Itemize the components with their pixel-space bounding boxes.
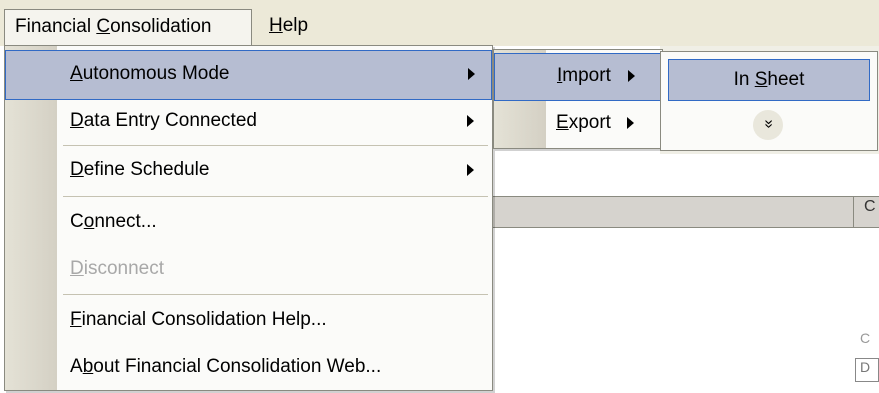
label-accesskey: E [556,112,569,133]
menu-label-suffix: onsolidation [110,16,212,37]
menu-item-define-schedule[interactable]: Define Schedule [5,147,492,195]
import-submenu: In Sheet » [660,51,878,151]
label-suffix: utonomous Mode [82,63,230,84]
label-suffix: inancial Consolidation Help... [81,309,327,330]
menu-label-accesskey: H [269,15,283,36]
grid-header [490,196,879,228]
label-accesskey: A [70,63,83,84]
menu-item-data-entry-connected[interactable]: Data Entry Connected [5,98,492,146]
submenu-arrow-icon [628,70,635,82]
submenu-arrow-icon [467,164,474,176]
side-label-c: C [860,330,871,346]
menu-separator [63,294,488,295]
menu-item-disconnect: Disconnect [5,246,492,294]
side-cell-d[interactable]: D [855,358,879,382]
label-accesskey: D [70,258,84,279]
menu-label-accesskey: C [96,16,111,37]
expand-chevron-icon[interactable]: » [753,110,783,140]
chevron-glyph: » [760,119,777,129]
submenu-arrow-icon [468,68,475,80]
label-accesskey: F [70,309,82,330]
menu-help[interactable]: Help [259,9,327,45]
label-suffix: heet [767,69,805,90]
submenu-arrow-icon [467,115,474,127]
label-suffix: out Financial Consolidation Web... [93,356,382,377]
label-accesskey: S [754,69,768,90]
menu-separator [63,196,488,197]
autonomous-mode-submenu: Import Export [493,49,663,149]
menu-item-financial-consolidation-help[interactable]: Financial Consolidation Help... [5,297,492,345]
label-suffix: efine Schedule [83,159,210,180]
menu-financial-consolidation[interactable]: Financial Consolidation [4,9,252,45]
menu-item-about[interactable]: About Financial Consolidation Web... [5,344,492,392]
menu-label-prefix: Financial [15,16,97,37]
label-suffix: isconnect [83,258,165,279]
menu-item-autonomous-mode[interactable]: Autonomous Mode [5,50,492,100]
label-suffix: xport [568,112,611,133]
menu-separator [63,145,488,146]
label-suffix: ata Entry Connected [83,110,257,131]
financial-consolidation-menu: Autonomous Mode Data Entry Connected Def… [4,45,493,391]
menu-label-suffix: elp [282,15,309,36]
label-suffix: nnect... [94,211,157,232]
label-accesskey: o [83,211,95,232]
label-suffix: mport [562,65,611,86]
label-prefix: A [70,356,83,377]
label-prefix: C [70,211,84,232]
label-prefix: In [733,69,755,90]
grid-header-label: C [864,198,876,215]
label-accesskey: D [70,110,84,131]
label-accesskey: D [70,159,84,180]
menu-item-export[interactable]: Export [494,101,662,147]
submenu-arrow-icon [627,117,634,129]
menu-item-import[interactable]: Import [494,53,662,101]
label-accesskey: b [82,356,94,377]
menu-item-connect[interactable]: Connect... [5,199,492,247]
menu-item-in-sheet[interactable]: In Sheet [668,59,870,101]
grid-header-separator [853,196,861,228]
